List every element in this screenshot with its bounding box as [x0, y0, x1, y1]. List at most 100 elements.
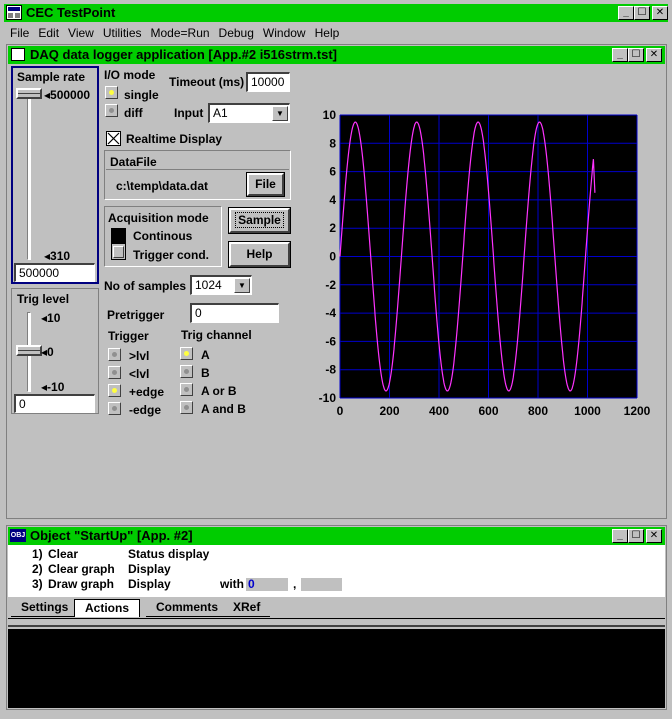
- file-button[interactable]: File: [246, 172, 285, 197]
- action-with-field-2[interactable]: [301, 578, 342, 591]
- io-mode-diff-label: diff: [124, 106, 143, 120]
- acq-mode-trigger-label: Trigger cond.: [133, 248, 210, 262]
- action-number: 3): [32, 577, 43, 591]
- menu-item-edit[interactable]: Edit: [38, 26, 59, 40]
- tab-xref[interactable]: XRef: [223, 599, 271, 617]
- close-icon[interactable]: ✕: [646, 529, 662, 543]
- samples-label: No of samples: [104, 279, 187, 293]
- y-tick-label: 8: [329, 136, 336, 150]
- menu-item-help[interactable]: Help: [315, 26, 340, 40]
- datafile-path: c:\temp\data.dat: [116, 179, 209, 193]
- trig-channel-option-indicator[interactable]: [180, 401, 193, 414]
- daq-titlebar[interactable]: DAQ data logger application [App.#2 i516…: [8, 46, 665, 64]
- trigger-option-indicator[interactable]: [108, 384, 121, 397]
- input-select-value: A1: [213, 106, 228, 120]
- x-tick-label: 1200: [624, 404, 651, 418]
- realtime-checkbox[interactable]: [106, 131, 121, 146]
- help-button[interactable]: Help: [228, 241, 291, 268]
- io-mode-single-label: single: [124, 88, 159, 102]
- trig-level-label: Trig level: [17, 292, 70, 306]
- y-tick-label: -10: [319, 391, 337, 405]
- menu-item-utilities[interactable]: Utilities: [103, 26, 142, 40]
- trig-channel-option-indicator[interactable]: [180, 383, 193, 396]
- minimize-icon[interactable]: _: [618, 6, 634, 20]
- sample-button[interactable]: Sample: [228, 207, 291, 234]
- tab-settings[interactable]: Settings: [11, 599, 79, 617]
- input-select[interactable]: A1 ▼: [208, 103, 290, 123]
- app-titlebar[interactable]: CEC TestPoint _ ☐ ✕: [4, 4, 668, 22]
- app-title: CEC TestPoint: [26, 5, 116, 20]
- maximize-icon[interactable]: ☐: [628, 48, 644, 62]
- close-icon[interactable]: ✕: [652, 6, 668, 20]
- y-tick-label: 0: [329, 250, 336, 264]
- acq-mode-continous-label: Continous: [133, 229, 193, 243]
- sample-rate-track[interactable]: [27, 88, 31, 260]
- chevron-down-icon[interactable]: ▼: [234, 278, 250, 293]
- y-tick-label: 2: [329, 221, 336, 235]
- action-name: Clear graph: [48, 562, 115, 576]
- y-tick-label: 4: [329, 193, 336, 207]
- minimize-icon[interactable]: _: [612, 529, 628, 543]
- trig-channel-option-indicator[interactable]: [180, 365, 193, 378]
- menu-item-debug[interactable]: Debug: [219, 26, 254, 40]
- trigger-option-label: +edge: [129, 385, 165, 399]
- trigger-option-label: >lvl: [129, 349, 150, 363]
- trig-level-thumb[interactable]: [16, 345, 42, 356]
- menu-item-window[interactable]: Window: [263, 26, 306, 40]
- sample-rate-label: Sample rate: [17, 70, 86, 84]
- chevron-down-icon[interactable]: ▼: [272, 106, 288, 121]
- input-label: Input: [174, 106, 204, 120]
- object-content-area: [8, 629, 665, 708]
- minimize-icon[interactable]: _: [612, 48, 628, 62]
- trig-level-input[interactable]: 0: [14, 394, 95, 413]
- splitter[interactable]: [8, 619, 665, 627]
- acq-mode-switch[interactable]: [111, 228, 126, 260]
- io-mode-diff-indicator[interactable]: [105, 104, 118, 117]
- maximize-icon[interactable]: ☐: [628, 529, 644, 543]
- y-tick-label: -2: [325, 278, 336, 292]
- trigger-option-indicator[interactable]: [108, 366, 121, 379]
- trigger-option-indicator[interactable]: [108, 348, 121, 361]
- x-tick-label: 800: [528, 404, 548, 418]
- close-icon[interactable]: ✕: [646, 48, 662, 62]
- y-tick-label: -4: [325, 306, 336, 320]
- action-with-field[interactable]: 0: [246, 578, 288, 591]
- action-target: Display: [128, 577, 171, 591]
- trig-channel-label: Trig channel: [181, 328, 252, 342]
- timeout-input[interactable]: 10000: [246, 72, 290, 92]
- pretrigger-label: Pretrigger: [107, 308, 165, 322]
- sample-rate-thumb[interactable]: [16, 88, 42, 99]
- menu-item-mode-run[interactable]: Mode=Run: [151, 26, 210, 40]
- trigger-label: Trigger: [108, 329, 149, 343]
- object-titlebar[interactable]: OBJ Object "StartUp" [App. #2] _ ☐ ✕: [8, 527, 665, 545]
- menu-item-file[interactable]: File: [10, 26, 29, 40]
- waveform-chart: 0 200 400 600 800 1000 1200 10 8 6 4 2 0 -2 -4 -6 -8 -10: [319, 108, 651, 418]
- io-mode-single-indicator[interactable]: [105, 86, 118, 99]
- x-tick-label: 0: [337, 404, 344, 418]
- trigger-option-label: <lvl: [129, 367, 150, 381]
- samples-select[interactable]: 1024 ▼: [190, 275, 252, 295]
- menu-item-view[interactable]: View: [68, 26, 94, 40]
- trig-channel-option-indicator[interactable]: [180, 347, 193, 360]
- pretrigger-input[interactable]: 0: [190, 303, 279, 323]
- io-mode-label: I/O mode: [104, 68, 156, 82]
- action-target: Status display: [128, 547, 210, 561]
- x-tick-label: 1000: [574, 404, 601, 418]
- maximize-icon[interactable]: ☐: [634, 6, 650, 20]
- trig-level-max-label: ◂10: [41, 311, 61, 325]
- tab-comments[interactable]: Comments: [146, 599, 229, 617]
- action-number: 2): [32, 562, 43, 576]
- app-icon: [6, 5, 22, 20]
- trig-channel-option-label: B: [201, 366, 210, 380]
- y-tick-label: -8: [325, 363, 336, 377]
- object-tabs: Settings Actions Comments XRef: [8, 599, 665, 619]
- tab-actions[interactable]: Actions: [74, 599, 141, 617]
- datafile-label: DataFile: [110, 155, 157, 169]
- sample-rate-input[interactable]: 500000: [14, 263, 95, 282]
- realtime-label: Realtime Display: [126, 132, 223, 146]
- action-name: Clear: [48, 547, 79, 561]
- trigger-option-indicator[interactable]: [108, 402, 121, 415]
- x-tick-label: 200: [379, 404, 399, 418]
- trig-channel-option-label: A or B: [201, 384, 237, 398]
- daq-window-icon: [11, 48, 25, 61]
